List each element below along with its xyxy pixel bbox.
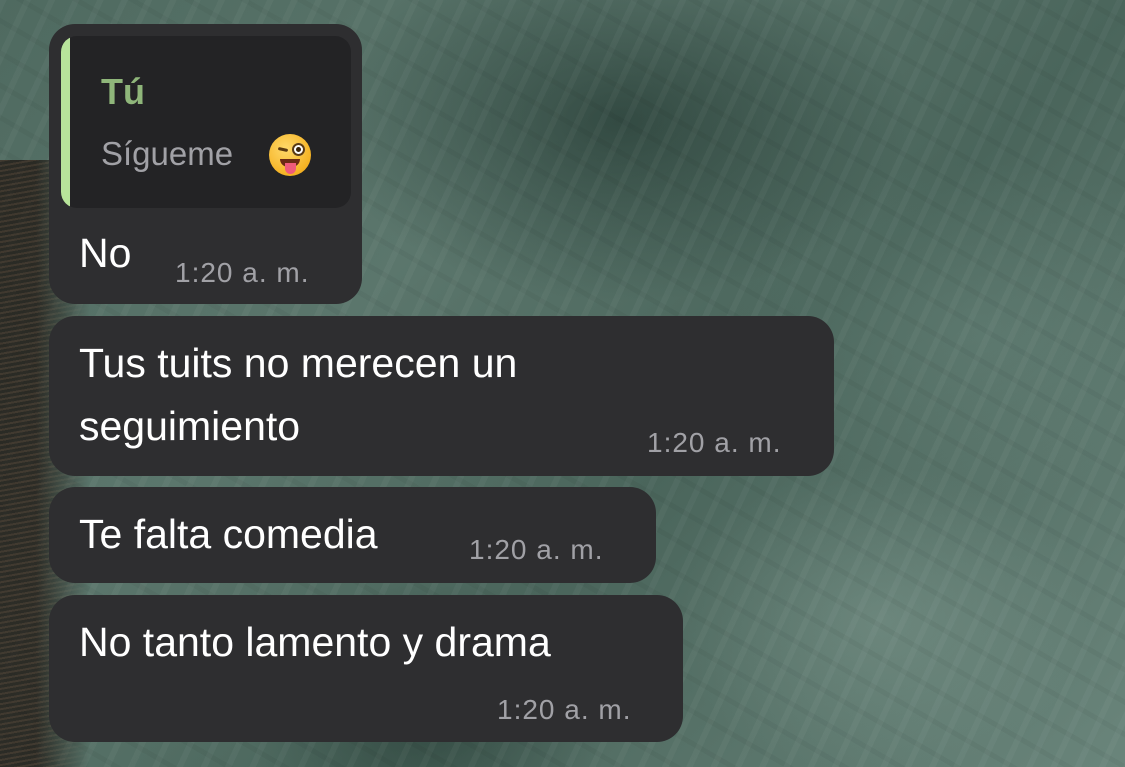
message-bubble-reply[interactable]: Tú Sígueme No 1:20 a. m. — [49, 24, 362, 304]
winking-face-with-tongue-icon — [269, 134, 311, 176]
message-text-line-2: seguimiento — [79, 403, 301, 449]
message-timestamp: 1:20 a. m. — [497, 694, 632, 725]
message-bubble[interactable]: Te falta comedia 1:20 a. m. — [49, 487, 656, 583]
message-text: Te falta comedia — [79, 511, 378, 557]
message-timestamp: 1:20 a. m. — [469, 534, 604, 565]
message-text-line-1: Tus tuits no merecen un — [79, 340, 518, 386]
message-text: No — [79, 230, 132, 276]
message-bubble[interactable]: Tus tuits no merecen un seguimiento 1:20… — [49, 316, 834, 476]
reply-quoted-text: Sígueme — [101, 135, 234, 172]
message-timestamp: 1:20 a. m. — [647, 427, 782, 458]
reply-quote[interactable]: Tú Sígueme — [61, 36, 351, 208]
message-timestamp: 1:20 a. m. — [175, 257, 310, 288]
message-bubble[interactable]: No tanto lamento y drama 1:20 a. m. — [49, 595, 683, 742]
message-text: No tanto lamento y drama — [79, 619, 551, 665]
reply-accent-bar — [61, 36, 70, 208]
reply-sender-name: Tú — [101, 71, 145, 112]
message-list[interactable]: Tú Sígueme No 1:20 a. m. Tus tuits no me… — [0, 0, 1125, 767]
